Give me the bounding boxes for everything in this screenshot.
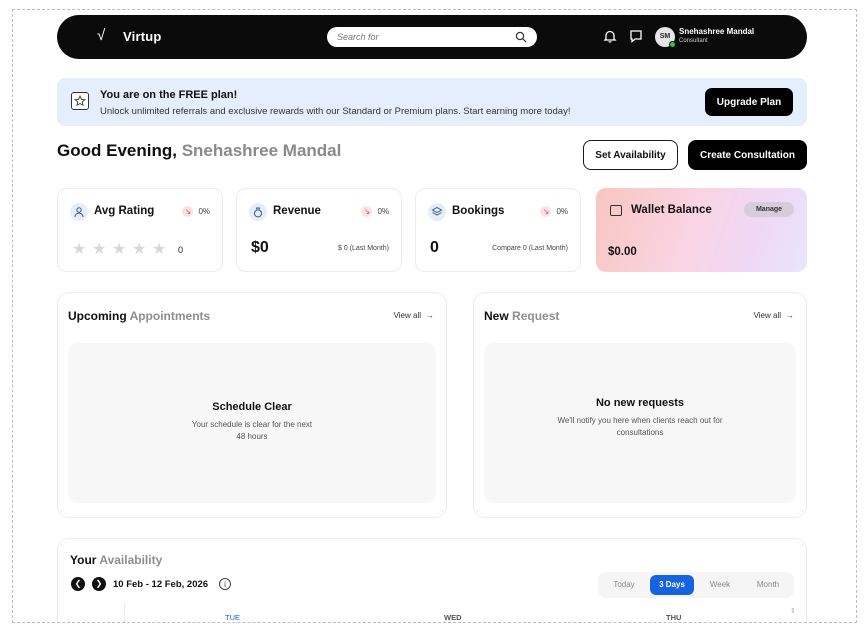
revenue-card: Revenue ↘ 0% $0 $ 0 (Last Month) [236,188,402,272]
empty-state: No new requests We'll notify you here wh… [484,343,796,503]
avg-rating-card: Avg Rating ↘ 0% ★ ★ ★ ★ ★ 0 [57,188,223,272]
plan-subtitle: Unlock unlimited referrals and exclusive… [100,106,571,117]
star-icon: ★ [132,241,147,258]
layers-icon [428,203,446,221]
app-frame: √ Virtup SM Snehashree Mandal Consultant… [12,9,857,623]
arrow-right-icon: → [786,311,794,320]
view-all-label: View all [753,311,781,320]
empty-state-message: Your schedule is clear for the next 48 h… [191,420,313,441]
greeting-name: Snehashree Mandal [181,141,342,160]
avatar[interactable]: SM [655,27,676,48]
greeting-prefix: Good Evening, [57,141,177,160]
empty-state-title: No new requests [595,397,685,409]
check-logo-icon: √ [97,27,106,44]
panel-title-bold: New [484,309,509,323]
availability-section: Your Availability ❮ ❯ 10 Feb - 12 Feb, 2… [57,538,807,622]
star-icon: ★ [112,241,127,258]
change-indicator: ↘ 0% [540,206,568,217]
card-title: Revenue [273,205,321,217]
page-title: Good Evening, Snehashree Mandal [57,141,341,161]
change-value: 0% [377,207,389,216]
rating-count: 0 [178,244,184,255]
day-header-tue: TUE [225,613,240,622]
card-title: Wallet Balance [631,204,712,216]
info-icon[interactable]: i [219,578,231,590]
section-title-bold: Your [70,553,97,567]
user-icon [70,203,88,221]
view-3-days[interactable]: 3 Days [650,575,694,595]
set-availability-button[interactable]: Set Availability [583,140,678,170]
view-month[interactable]: Month [746,575,790,595]
time-column-divider [124,603,125,622]
view-all-requests-link[interactable]: View all → [754,311,794,320]
panel-title-muted: Request [512,309,560,323]
panel-title: Upcoming Appointments [68,309,210,323]
panel-title-muted: Appointments [129,309,211,323]
star-icon: ★ [92,241,107,258]
manage-wallet-button[interactable]: Manage [744,202,794,217]
wallet-icon [610,205,622,216]
plan-title: You are on the FREE plan! [100,89,238,101]
user-name[interactable]: Snehashree Mandal [679,27,754,36]
search-icon[interactable] [515,31,527,43]
plan-banner: You are on the FREE plan! Unlock unlimit… [57,78,807,126]
panel-title: New Request [484,309,559,323]
star-badge-icon [71,92,89,110]
revenue-value: $0 [251,239,269,256]
date-range: 10 Feb - 12 Feb, 2026 [113,579,209,590]
view-today[interactable]: Today [602,575,646,595]
trend-down-icon: ↘ [182,206,194,217]
top-navbar: √ Virtup SM Snehashree Mandal Consultant [57,15,807,59]
brand-name: Virtup [123,28,162,44]
view-switcher: Today 3 Days Week Month [598,572,794,598]
money-bag-icon [249,203,267,221]
day-header-thu: THU [666,613,682,622]
bell-icon[interactable] [603,29,617,43]
message-icon[interactable] [629,29,643,43]
empty-state-title: Schedule Clear [212,401,292,413]
online-status-dot [669,41,676,48]
brand-logo[interactable]: √ Virtup [97,28,162,44]
upgrade-plan-button[interactable]: Upgrade Plan [705,88,793,116]
change-indicator: ↘ 0% [182,206,210,217]
new-request-panel: New Request View all → No new requests W… [473,292,807,518]
rating-stars: ★ ★ ★ ★ ★ 0 [72,241,184,258]
trend-down-icon: ↘ [361,206,373,217]
panel-title-bold: Upcoming [68,309,127,323]
upcoming-appointments-panel: Upcoming Appointments View all → Schedul… [57,292,447,518]
card-title: Avg Rating [94,205,155,217]
chevron-right-icon: ❯ [95,579,103,588]
view-all-appointments-link[interactable]: View all → [394,311,434,320]
wallet-balance-card: Wallet Balance Manage $0.00 [596,188,807,272]
chevron-left-icon: ❮ [74,579,82,588]
bookings-compare: Compare 0 (Last Month) [492,245,568,252]
avatar-initials: SM [659,33,671,40]
user-role: Consultant [679,38,708,44]
section-title-muted: Availability [99,553,163,567]
view-all-label: View all [393,311,421,320]
day-header-wed: WED [444,613,462,622]
change-value: 0% [198,207,210,216]
trend-down-icon: ↘ [540,206,552,217]
empty-state: Schedule Clear Your schedule is clear fo… [68,343,436,503]
star-icon: ★ [152,241,167,258]
section-title: Your Availability [70,553,162,567]
change-value: 0% [556,207,568,216]
create-consultation-button[interactable]: Create Consultation [688,140,807,170]
change-indicator: ↘ 0% [361,206,389,217]
search-bar [327,27,537,47]
revenue-compare: $ 0 (Last Month) [338,245,389,252]
search-input[interactable] [327,27,507,47]
empty-state-message: We'll notify you here when clients reach… [557,416,723,437]
bookings-value: 0 [430,239,439,256]
card-title: Bookings [452,205,505,217]
view-week[interactable]: Week [698,575,742,595]
wallet-value: $0.00 [608,246,637,258]
star-icon: ★ [72,241,87,258]
scroll-indicator-icon[interactable]: ⇕ [790,607,796,619]
prev-date-button[interactable]: ❮ [71,577,85,591]
arrow-right-icon: → [426,311,434,320]
bookings-card: Bookings ↘ 0% 0 Compare 0 (Last Month) [415,188,581,272]
next-date-button[interactable]: ❯ [92,577,106,591]
